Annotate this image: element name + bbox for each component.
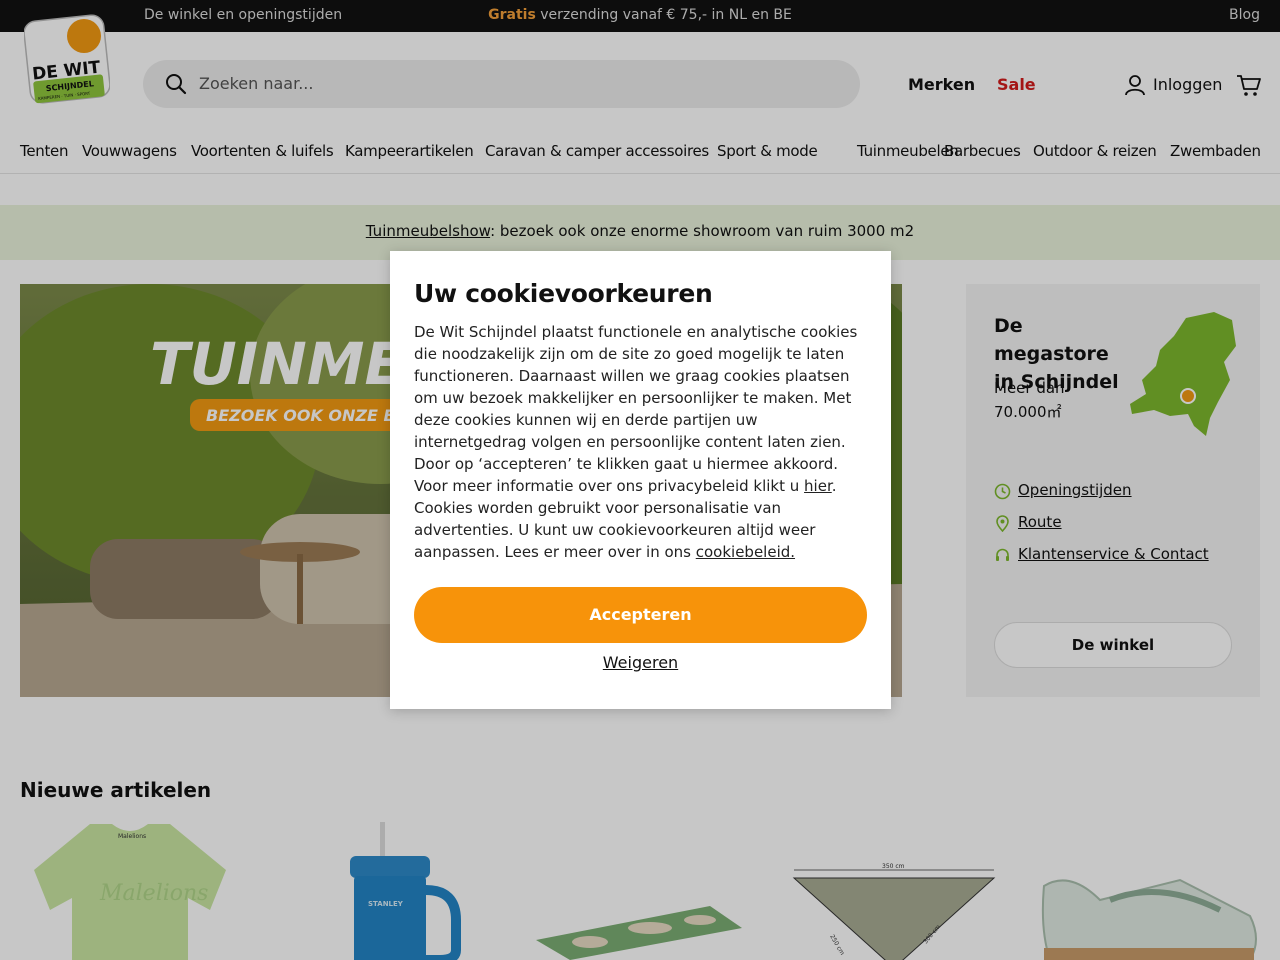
decline-cookies-button[interactable]: Weigeren [390,653,891,672]
cookie-dialog-title: Uw cookievoorkeuren [414,279,713,308]
cookie-dialog-body: De Wit Schijndel plaatst functionele en … [414,321,869,563]
cookie-body-part1: De Wit Schijndel plaatst functionele en … [414,323,858,495]
cookie-policy-link[interactable]: cookiebeleid. [696,543,795,561]
privacy-policy-link[interactable]: hier [804,477,832,495]
accept-cookies-button[interactable]: Accepteren [414,587,867,643]
cookie-consent-dialog: Uw cookievoorkeuren De Wit Schijndel pla… [390,251,891,709]
